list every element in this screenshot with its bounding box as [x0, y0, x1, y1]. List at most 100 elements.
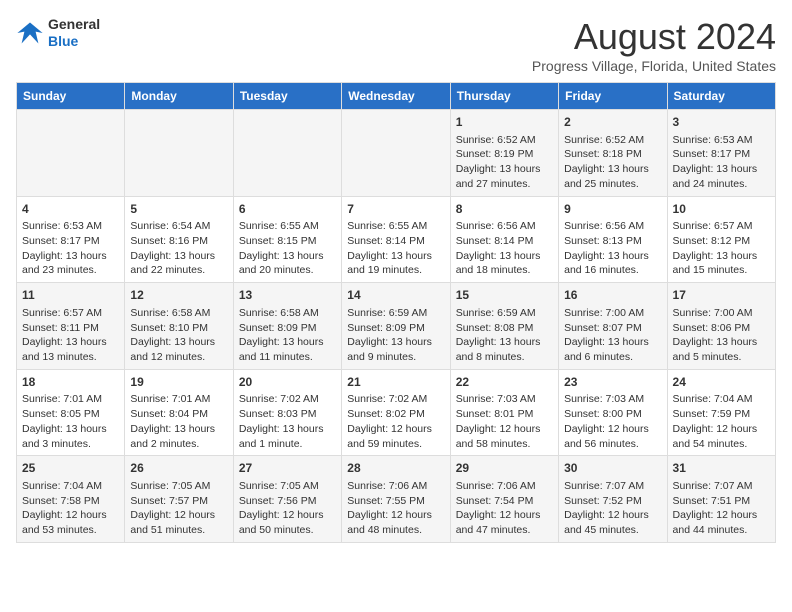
- day-number: 30: [564, 460, 661, 477]
- day-info: Sunrise: 6:53 AM Sunset: 8:17 PM Dayligh…: [673, 133, 770, 192]
- day-number: 9: [564, 201, 661, 218]
- day-number: 27: [239, 460, 336, 477]
- day-info: Sunrise: 6:52 AM Sunset: 8:19 PM Dayligh…: [456, 133, 553, 192]
- day-cell: 27 Sunrise: 7:05 AM Sunset: 7:56 PM Dayli…: [233, 456, 341, 543]
- day-info: Sunrise: 6:57 AM Sunset: 8:12 PM Dayligh…: [673, 219, 770, 278]
- day-number: 2: [564, 114, 661, 131]
- day-info: Sunrise: 6:59 AM Sunset: 8:08 PM Dayligh…: [456, 306, 553, 365]
- logo-bird-icon: [16, 19, 44, 47]
- day-info: Sunrise: 7:06 AM Sunset: 7:54 PM Dayligh…: [456, 479, 553, 538]
- day-info: Sunrise: 7:04 AM Sunset: 7:59 PM Dayligh…: [673, 392, 770, 451]
- day-info: Sunrise: 6:55 AM Sunset: 8:14 PM Dayligh…: [347, 219, 444, 278]
- logo: General Blue: [16, 16, 100, 50]
- day-number: 25: [22, 460, 119, 477]
- day-number: 17: [673, 287, 770, 304]
- day-number: 28: [347, 460, 444, 477]
- day-number: 5: [130, 201, 227, 218]
- day-number: 15: [456, 287, 553, 304]
- day-number: 8: [456, 201, 553, 218]
- day-number: 10: [673, 201, 770, 218]
- day-number: 18: [22, 374, 119, 391]
- day-number: 20: [239, 374, 336, 391]
- day-number: 24: [673, 374, 770, 391]
- day-cell: 15 Sunrise: 6:59 AM Sunset: 8:08 PM Dayli…: [450, 283, 558, 370]
- page-header: General Blue August 2024 Progress Villag…: [16, 16, 776, 74]
- day-number: 4: [22, 201, 119, 218]
- day-cell: 21Sunrise: 7:02 AM Sunset: 8:02 PM Dayli…: [342, 369, 450, 456]
- day-cell: 10Sunrise: 6:57 AM Sunset: 8:12 PM Dayli…: [667, 196, 775, 283]
- day-cell: 22Sunrise: 7:03 AM Sunset: 8:01 PM Dayli…: [450, 369, 558, 456]
- day-cell: 31Sunrise: 7:07 AM Sunset: 7:51 PM Dayli…: [667, 456, 775, 543]
- calendar-table: SundayMondayTuesdayWednesdayThursdayFrid…: [16, 82, 776, 543]
- day-info: Sunrise: 7:03 AM Sunset: 8:00 PM Dayligh…: [564, 392, 661, 451]
- day-cell: 7Sunrise: 6:55 AM Sunset: 8:14 PM Daylig…: [342, 196, 450, 283]
- day-info: Sunrise: 7:04 AM Sunset: 7:58 PM Dayligh…: [22, 479, 119, 538]
- day-number: 14: [347, 287, 444, 304]
- day-cell: 17 Sunrise: 7:00 AM Sunset: 8:06 PM Dayli…: [667, 283, 775, 370]
- day-info: Sunrise: 7:06 AM Sunset: 7:55 PM Dayligh…: [347, 479, 444, 538]
- col-header-friday: Friday: [559, 83, 667, 110]
- day-cell: 9Sunrise: 6:56 AM Sunset: 8:13 PM Daylig…: [559, 196, 667, 283]
- day-info: Sunrise: 6:53 AM Sunset: 8:17 PM Dayligh…: [22, 219, 119, 278]
- col-header-saturday: Saturday: [667, 83, 775, 110]
- week-row-2: 4Sunrise: 6:53 AM Sunset: 8:17 PM Daylig…: [17, 196, 776, 283]
- day-number: 11: [22, 287, 119, 304]
- day-number: 1: [456, 114, 553, 131]
- day-info: Sunrise: 6:58 AM Sunset: 8:10 PM Dayligh…: [130, 306, 227, 365]
- day-info: Sunrise: 7:05 AM Sunset: 7:56 PM Dayligh…: [239, 479, 336, 538]
- day-cell: 26 Sunrise: 7:05 AM Sunset: 7:57 PM Dayli…: [125, 456, 233, 543]
- day-info: Sunrise: 7:02 AM Sunset: 8:02 PM Dayligh…: [347, 392, 444, 451]
- day-cell: 5Sunrise: 6:54 AM Sunset: 8:16 PM Daylig…: [125, 196, 233, 283]
- location-subtitle: Progress Village, Florida, United States: [532, 58, 776, 74]
- day-cell: [342, 110, 450, 197]
- day-info: Sunrise: 7:00 AM Sunset: 8:06 PM Dayligh…: [673, 306, 770, 365]
- day-number: 29: [456, 460, 553, 477]
- day-info: Sunrise: 7:05 AM Sunset: 7:57 PM Dayligh…: [130, 479, 227, 538]
- day-info: Sunrise: 6:52 AM Sunset: 8:18 PM Dayligh…: [564, 133, 661, 192]
- day-number: 7: [347, 201, 444, 218]
- day-number: 21: [347, 374, 444, 391]
- day-info: Sunrise: 7:07 AM Sunset: 7:51 PM Dayligh…: [673, 479, 770, 538]
- day-number: 3: [673, 114, 770, 131]
- day-cell: 16 Sunrise: 7:00 AM Sunset: 8:07 PM Dayli…: [559, 283, 667, 370]
- week-row-4: 18Sunrise: 7:01 AM Sunset: 8:05 PM Dayli…: [17, 369, 776, 456]
- day-cell: 23Sunrise: 7:03 AM Sunset: 8:00 PM Dayli…: [559, 369, 667, 456]
- day-info: Sunrise: 6:58 AM Sunset: 8:09 PM Dayligh…: [239, 306, 336, 365]
- day-cell: 29 Sunrise: 7:06 AM Sunset: 7:54 PM Dayli…: [450, 456, 558, 543]
- day-cell: 20Sunrise: 7:02 AM Sunset: 8:03 PM Dayli…: [233, 369, 341, 456]
- day-cell: 11 Sunrise: 6:57 AM Sunset: 8:11 PM Dayli…: [17, 283, 125, 370]
- day-info: Sunrise: 6:56 AM Sunset: 8:13 PM Dayligh…: [564, 219, 661, 278]
- day-cell: 1 Sunrise: 6:52 AM Sunset: 8:19 PM Daylig…: [450, 110, 558, 197]
- day-cell: 13 Sunrise: 6:58 AM Sunset: 8:09 PM Dayli…: [233, 283, 341, 370]
- day-info: Sunrise: 7:02 AM Sunset: 8:03 PM Dayligh…: [239, 392, 336, 451]
- day-info: Sunrise: 6:57 AM Sunset: 8:11 PM Dayligh…: [22, 306, 119, 365]
- day-info: Sunrise: 6:54 AM Sunset: 8:16 PM Dayligh…: [130, 219, 227, 278]
- day-info: Sunrise: 7:00 AM Sunset: 8:07 PM Dayligh…: [564, 306, 661, 365]
- day-number: 26: [130, 460, 227, 477]
- day-number: 16: [564, 287, 661, 304]
- day-cell: 14 Sunrise: 6:59 AM Sunset: 8:09 PM Dayli…: [342, 283, 450, 370]
- day-number: 19: [130, 374, 227, 391]
- day-cell: [125, 110, 233, 197]
- week-row-5: 25 Sunrise: 7:04 AM Sunset: 7:58 PM Dayli…: [17, 456, 776, 543]
- day-cell: 25 Sunrise: 7:04 AM Sunset: 7:58 PM Dayli…: [17, 456, 125, 543]
- day-info: Sunrise: 6:59 AM Sunset: 8:09 PM Dayligh…: [347, 306, 444, 365]
- title-block: August 2024 Progress Village, Florida, U…: [532, 16, 776, 74]
- day-cell: 24Sunrise: 7:04 AM Sunset: 7:59 PM Dayli…: [667, 369, 775, 456]
- day-cell: 18Sunrise: 7:01 AM Sunset: 8:05 PM Dayli…: [17, 369, 125, 456]
- day-number: 13: [239, 287, 336, 304]
- day-cell: 8Sunrise: 6:56 AM Sunset: 8:14 PM Daylig…: [450, 196, 558, 283]
- col-header-sunday: Sunday: [17, 83, 125, 110]
- day-cell: 19Sunrise: 7:01 AM Sunset: 8:04 PM Dayli…: [125, 369, 233, 456]
- day-cell: 30Sunrise: 7:07 AM Sunset: 7:52 PM Dayli…: [559, 456, 667, 543]
- day-info: Sunrise: 6:56 AM Sunset: 8:14 PM Dayligh…: [456, 219, 553, 278]
- day-number: 22: [456, 374, 553, 391]
- month-year-title: August 2024: [532, 16, 776, 58]
- day-cell: 2 Sunrise: 6:52 AM Sunset: 8:18 PM Daylig…: [559, 110, 667, 197]
- day-cell: 28 Sunrise: 7:06 AM Sunset: 7:55 PM Dayli…: [342, 456, 450, 543]
- day-info: Sunrise: 7:01 AM Sunset: 8:04 PM Dayligh…: [130, 392, 227, 451]
- day-cell: [233, 110, 341, 197]
- day-info: Sunrise: 7:01 AM Sunset: 8:05 PM Dayligh…: [22, 392, 119, 451]
- day-cell: 6Sunrise: 6:55 AM Sunset: 8:15 PM Daylig…: [233, 196, 341, 283]
- day-info: Sunrise: 6:55 AM Sunset: 8:15 PM Dayligh…: [239, 219, 336, 278]
